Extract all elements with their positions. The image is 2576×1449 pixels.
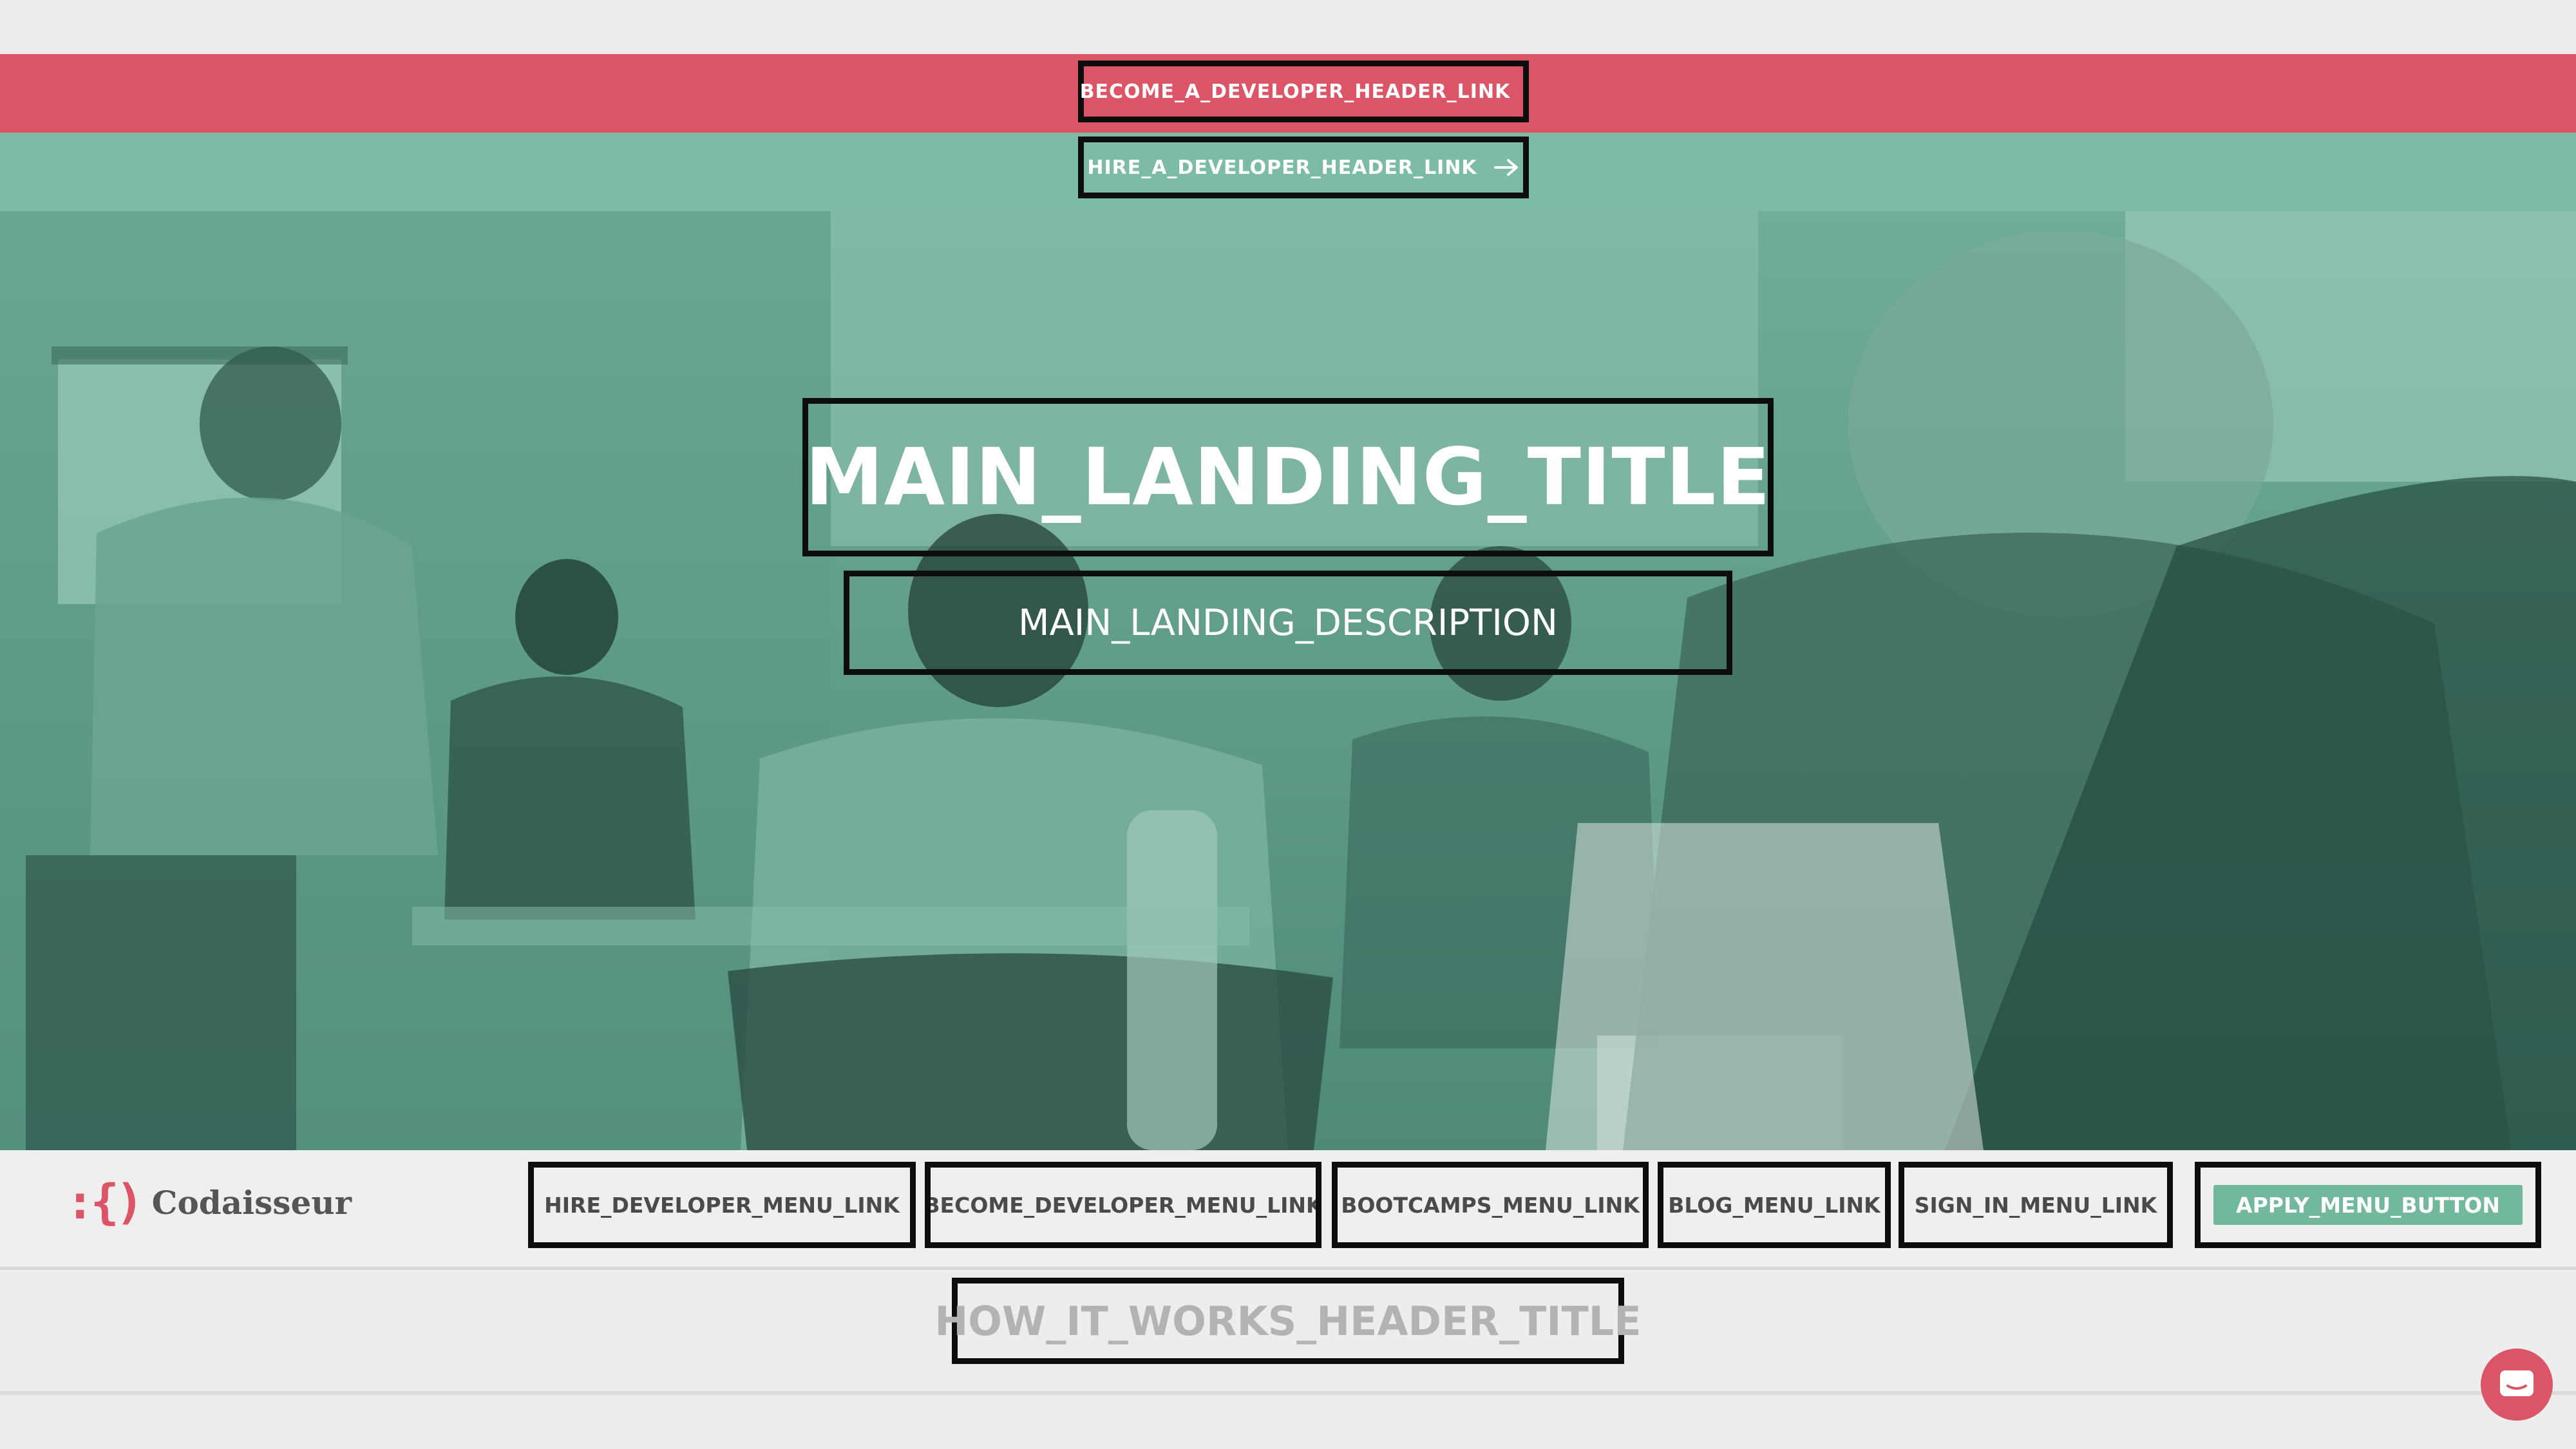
hero-section bbox=[0, 211, 2576, 1150]
hire-developer-header-link-label: HIRE_A_DEVELOPER_HEADER_LINK bbox=[1087, 156, 1477, 179]
main-landing-description: MAIN_LANDING_DESCRIPTION bbox=[844, 571, 1732, 675]
blog-menu-link-label: BLOG_MENU_LINK bbox=[1668, 1192, 1880, 1218]
sign-in-menu-link-label: SIGN_IN_MENU_LINK bbox=[1914, 1192, 2157, 1218]
main-landing-description-text: MAIN_LANDING_DESCRIPTION bbox=[1018, 601, 1558, 644]
hire-developer-header-link[interactable]: HIRE_A_DEVELOPER_HEADER_LINK bbox=[1078, 137, 1529, 198]
become-developer-menu-link-label: BECOME_DEVELOPER_MENU_LINK bbox=[925, 1192, 1321, 1218]
hire-developer-menu-link-label: HIRE_DEVELOPER_MENU_LINK bbox=[544, 1192, 900, 1218]
apply-menu-button-frame: APPLY_MENU_BUTTON bbox=[2195, 1162, 2541, 1248]
section-divider bbox=[0, 1391, 2576, 1395]
main-landing-title: MAIN_LANDING_TITLE bbox=[802, 398, 1774, 556]
hero-background-image bbox=[0, 211, 2576, 1150]
how-it-works-header: HOW_IT_WORKS_HEADER_TITLE bbox=[934, 1278, 1642, 1364]
become-developer-header-link[interactable]: BECOME_A_DEVELOPER_HEADER_LINK bbox=[1078, 61, 1529, 122]
logo-text: Codaisseur bbox=[151, 1183, 352, 1222]
hire-developer-menu-link[interactable]: HIRE_DEVELOPER_MENU_LINK bbox=[528, 1162, 916, 1248]
chat-widget-button[interactable] bbox=[2481, 1349, 2553, 1421]
bootcamps-menu-link[interactable]: BOOTCAMPS_MENU_LINK bbox=[1332, 1162, 1649, 1248]
codaisseur-logo[interactable]: :{) Codaisseur bbox=[66, 1173, 352, 1231]
arrow-right-icon bbox=[1493, 159, 1518, 176]
apply-menu-button[interactable]: APPLY_MENU_BUTTON bbox=[2213, 1185, 2523, 1225]
main-landing-title-text: MAIN_LANDING_TITLE bbox=[805, 431, 1771, 523]
sign-in-menu-link[interactable]: SIGN_IN_MENU_LINK bbox=[1899, 1162, 2173, 1248]
logo-mark: :{) bbox=[66, 1175, 144, 1230]
how-it-works-header-title: HOW_IT_WORKS_HEADER_TITLE bbox=[934, 1297, 1642, 1345]
become-developer-header-link-label: BECOME_A_DEVELOPER_HEADER_LINK bbox=[1079, 80, 1511, 103]
chat-icon bbox=[2500, 1370, 2533, 1396]
bootcamps-menu-link-label: BOOTCAMPS_MENU_LINK bbox=[1341, 1192, 1640, 1218]
blog-menu-link[interactable]: BLOG_MENU_LINK bbox=[1658, 1162, 1891, 1248]
become-developer-menu-link[interactable]: BECOME_DEVELOPER_MENU_LINK bbox=[925, 1162, 1321, 1248]
